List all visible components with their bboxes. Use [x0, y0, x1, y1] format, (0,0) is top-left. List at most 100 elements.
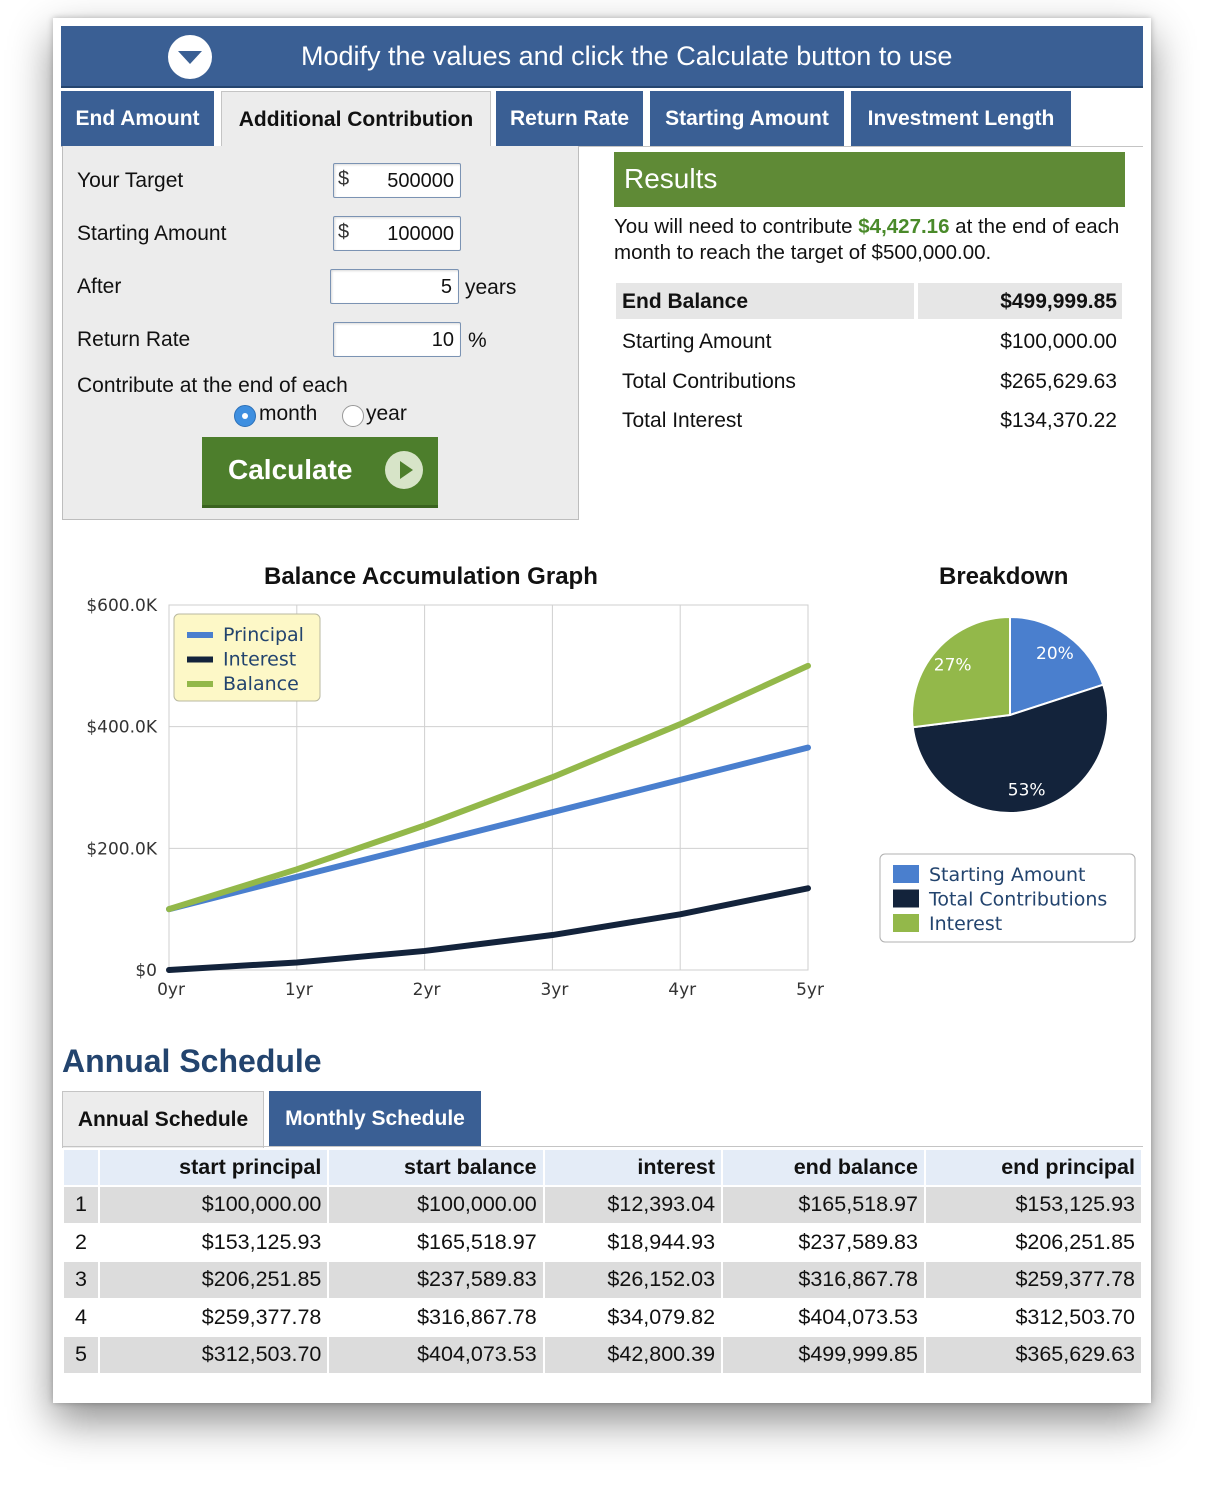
percent-unit: % [468, 329, 487, 352]
years-input[interactable]: 5 [330, 269, 459, 304]
x-tick-label: 2yr [413, 980, 441, 1000]
table-cell: $12,393.04 [544, 1187, 722, 1223]
x-tick-label: 3yr [540, 980, 568, 1000]
play-arrow-icon [385, 451, 423, 489]
pie-chart-title: Breakdown [939, 563, 1069, 590]
table-cell: $499,999.85 [723, 1337, 924, 1373]
calculate-label: Calculate [228, 454, 353, 485]
table-cell: $316,867.78 [723, 1262, 924, 1298]
table-cell: 1 [64, 1187, 98, 1223]
table-cell: $100,000.00 [100, 1187, 328, 1223]
column-header [64, 1150, 98, 1185]
legend-label: Total Contributions [928, 889, 1107, 911]
table-cell: 4 [64, 1299, 98, 1335]
results-row-label: Starting Amount [622, 330, 772, 353]
pie-slice-label: 27% [934, 655, 972, 675]
tab-investment-length[interactable]: Investment Length [851, 91, 1071, 146]
column-header: interest [544, 1150, 722, 1185]
tab-additional-contribution[interactable]: Additional Contribution [221, 91, 491, 148]
contribution-amount: $4,427.16 [858, 215, 950, 238]
table-row: 3 $206,251.85 $237,589.83 $26,152.03 $31… [64, 1262, 1141, 1298]
contribute-label: Contribute at the end of each [77, 374, 348, 397]
table-cell: $165,518.97 [329, 1224, 543, 1260]
currency-symbol: $ [338, 221, 350, 243]
legend-label: Interest [223, 649, 296, 671]
return-rate-input[interactable]: 10 [333, 322, 461, 357]
table-cell: $206,251.85 [100, 1262, 328, 1298]
x-tick-label: 1yr [285, 980, 313, 1000]
starting-amount-label: Starting Amount [77, 222, 227, 245]
results-row-label: End Balance [622, 290, 749, 313]
pie-slice-label: 53% [1008, 781, 1046, 801]
table-cell: $42,800.39 [544, 1337, 722, 1373]
x-tick-label: 4yr [668, 980, 696, 1000]
table-cell: $34,079.82 [544, 1299, 722, 1335]
table-row: 5 $312,503.70 $404,073.53 $42,800.39 $49… [64, 1337, 1141, 1373]
instruction-banner: Modify the values and click the Calculat… [61, 26, 1143, 88]
table-cell: $312,503.70 [100, 1337, 328, 1373]
starting-amount-value: 100000 [387, 223, 454, 245]
table-row: 1 $100,000.00 $100,000.00 $12,393.04 $16… [64, 1187, 1141, 1223]
y-tick-label: $400.0K [86, 718, 157, 738]
table-cell: $165,518.97 [723, 1187, 924, 1223]
results-row-label: Total Contributions [622, 370, 796, 393]
after-label: After [77, 275, 122, 298]
currency-symbol: $ [338, 168, 350, 190]
table-cell: $259,377.78 [100, 1299, 328, 1335]
table-cell: $100,000.00 [329, 1187, 543, 1223]
tab-return-rate[interactable]: Return Rate [496, 91, 643, 146]
banner-text: Modify the values and click the Calculat… [301, 41, 953, 71]
results-title: Results [624, 163, 718, 194]
results-header: Results [614, 152, 1125, 207]
table-cell: $312,503.70 [925, 1299, 1141, 1335]
summary-text-start: You will need to contribute [614, 215, 859, 238]
legend-swatch [893, 889, 919, 908]
starting-amount-input[interactable]: $ 100000 [333, 216, 461, 251]
table-cell: $404,073.53 [329, 1337, 543, 1373]
column-header: end principal [925, 1150, 1141, 1185]
tab-end-amount[interactable]: End Amount [61, 91, 214, 146]
month-option-label: month [259, 402, 318, 425]
years-value: 5 [440, 276, 452, 298]
legend-swatch [187, 681, 213, 687]
table-cell: 3 [64, 1262, 98, 1298]
legend-swatch [893, 865, 919, 883]
schedule-title: Annual Schedule [62, 1043, 322, 1079]
schedule-table: start principal start balance interest e… [62, 1148, 1143, 1375]
legend-label: Balance [223, 673, 299, 695]
legend-label: Interest [929, 913, 1002, 935]
legend-swatch [187, 656, 213, 663]
results-row-label: Total Interest [622, 409, 743, 432]
years-unit: years [465, 276, 517, 299]
results-row-value: $100,000.00 [1000, 330, 1117, 353]
calculator-card: Modify the values and click the Calculat… [53, 18, 1151, 1403]
year-radio[interactable] [342, 405, 364, 427]
schedule-divider [62, 1146, 1143, 1147]
balance-line-chart: $0 $200.0K $400.0K $600.0K 0yr 1yr 2yr 3yr 4yr 5y… [86, 596, 824, 1000]
table-cell: $404,073.53 [723, 1299, 924, 1335]
legend-label: Starting Amount [929, 864, 1086, 886]
return-rate-label: Return Rate [77, 328, 191, 351]
legend-label: Principal [223, 624, 304, 646]
year-option-label: year [366, 402, 407, 425]
table-cell: $237,589.83 [723, 1224, 924, 1260]
table-cell: $18,944.93 [544, 1224, 722, 1260]
y-tick-label: $0 [135, 961, 157, 981]
tab-annual-schedule[interactable]: Annual Schedule [62, 1091, 264, 1148]
column-header: start principal [100, 1150, 328, 1185]
table-row: 4 $259,377.78 $316,867.78 $34,079.82 $40… [64, 1299, 1141, 1335]
tab-monthly-schedule[interactable]: Monthly Schedule [269, 1091, 481, 1147]
legend-swatch [893, 914, 919, 932]
chevron-down-icon[interactable] [168, 35, 212, 79]
line-chart-title: Balance Accumulation Graph [264, 563, 598, 590]
month-radio[interactable] [234, 405, 256, 427]
calculate-button[interactable]: Calculate [202, 437, 438, 508]
table-row: 2 $153,125.93 $165,518.97 $18,944.93 $23… [64, 1224, 1141, 1260]
schedule-header-row: start principal start balance interest e… [64, 1150, 1141, 1185]
table-cell: 2 [64, 1224, 98, 1260]
tab-starting-amount[interactable]: Starting Amount [650, 91, 844, 146]
table-cell: $206,251.85 [925, 1224, 1141, 1260]
target-input[interactable]: $ 500000 [333, 163, 461, 198]
target-value: 500000 [387, 170, 454, 192]
table-cell: 5 [64, 1337, 98, 1373]
